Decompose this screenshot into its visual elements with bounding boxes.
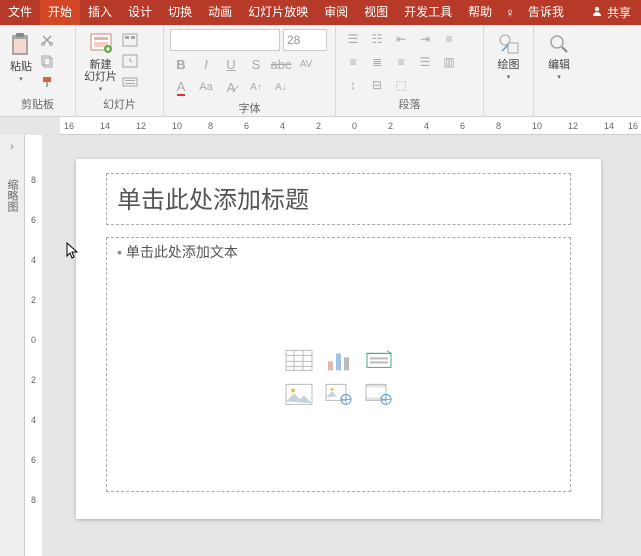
insert-table-icon[interactable] [282, 346, 316, 374]
font-family-combo[interactable] [170, 29, 280, 51]
menu-slideshow[interactable]: 幻灯片放映 [240, 0, 316, 25]
slides-group-label: 幻灯片 [82, 96, 157, 114]
cut-button[interactable] [38, 31, 56, 49]
spacing-button[interactable]: AV [295, 54, 317, 74]
columns-button[interactable]: ▥ [438, 52, 460, 72]
outline-toggle[interactable]: › [0, 135, 24, 159]
insert-video-icon[interactable] [362, 380, 396, 408]
shrink-font-button[interactable]: A↓ [270, 77, 292, 97]
chevron-down-icon: ▾ [507, 73, 511, 81]
align-text-button[interactable]: ⊟ [366, 75, 388, 95]
lightbulb-icon: ♀ [500, 5, 520, 20]
grow-font-button[interactable]: A↑ [245, 77, 267, 97]
editing-button[interactable]: 编辑 ▾ [540, 29, 578, 83]
font-color-button[interactable]: A [170, 77, 192, 97]
menu-view[interactable]: 视图 [356, 0, 396, 25]
format-painter-button[interactable] [38, 73, 56, 91]
clipboard-group-label: 剪贴板 [6, 96, 69, 114]
indent-dec-button[interactable]: ⇤ [390, 29, 412, 49]
chevron-down-icon: ▾ [557, 73, 561, 81]
font-size-combo[interactable] [283, 29, 327, 51]
menu-animations[interactable]: 动画 [200, 0, 240, 25]
menu-home[interactable]: 开始 [40, 0, 80, 25]
justify-button[interactable]: ☰ [414, 52, 436, 72]
title-placeholder-text: 单击此处添加标题 [117, 180, 560, 215]
paragraph-group-label: 段落 [342, 96, 477, 114]
chevron-down-icon: ▾ [19, 75, 23, 83]
horizontal-ruler: 16 14 12 10 8 6 4 2 0 2 4 6 8 10 12 14 1… [60, 117, 641, 135]
share-button[interactable]: 共享 [581, 4, 641, 21]
menu-file[interactable]: 文件 [0, 0, 40, 25]
smartart-button[interactable]: ⬚ [390, 75, 412, 95]
slide[interactable]: 单击此处添加标题 •单击此处添加文本 [76, 159, 601, 519]
indent-inc-button[interactable]: ⇥ [414, 29, 436, 49]
insert-smartart-icon[interactable] [362, 346, 396, 374]
vertical-ruler: 8 6 4 2 0 2 4 6 8 [25, 135, 43, 556]
menu-transitions[interactable]: 切换 [160, 0, 200, 25]
menu-insert[interactable]: 插入 [80, 0, 120, 25]
paste-button[interactable]: 粘贴 ▾ [6, 29, 36, 85]
ribbon: 粘贴 ▾ 剪贴板 新建 幻灯片 ▾ 幻灯片 [0, 25, 641, 117]
slide-canvas[interactable]: 单击此处添加标题 •单击此处添加文本 [42, 135, 641, 556]
insert-online-picture-icon[interactable] [322, 380, 356, 408]
menu-tellme[interactable]: 告诉我 [520, 0, 572, 25]
italic-button[interactable]: I [195, 54, 217, 74]
new-slide-button[interactable]: 新建 幻灯片 ▾ [82, 29, 119, 95]
reset-button[interactable] [121, 52, 139, 70]
thumbnail-label[interactable]: 缩略图 [4, 179, 20, 212]
clear-format-button[interactable]: A̷ [220, 77, 242, 97]
person-icon [591, 5, 603, 20]
line-spacing-button[interactable]: ≡ [438, 29, 460, 49]
menu-design[interactable]: 设计 [120, 0, 160, 25]
drawing-button[interactable]: 绘图 ▾ [490, 29, 527, 83]
text-direction-button[interactable]: ↕ [342, 75, 364, 95]
insert-picture-icon[interactable] [282, 380, 316, 408]
font-group-label: 字体 [170, 100, 329, 118]
share-label: 共享 [607, 4, 631, 21]
menu-developer[interactable]: 开发工具 [396, 0, 460, 25]
change-case-button[interactable]: Aa [195, 77, 217, 97]
numbering-button[interactable]: ☷ [366, 29, 388, 49]
underline-button[interactable]: U [220, 54, 242, 74]
align-right-button[interactable]: ≡ [390, 52, 412, 72]
chevron-down-icon: ▾ [99, 85, 103, 93]
menu-help[interactable]: 帮助 [460, 0, 500, 25]
menubar: 文件 开始 插入 设计 切换 动画 幻灯片放映 审阅 视图 开发工具 帮助 ♀ … [0, 0, 641, 25]
outline-pane: › 缩略图 [0, 135, 25, 556]
layout-button[interactable] [121, 31, 139, 49]
bold-button[interactable]: B [170, 54, 192, 74]
content-placeholder[interactable]: •单击此处添加文本 [106, 237, 571, 492]
align-left-button[interactable]: ≡ [342, 52, 364, 72]
menu-review[interactable]: 审阅 [316, 0, 356, 25]
insert-chart-icon[interactable] [322, 346, 356, 374]
shadow-button[interactable]: S [245, 54, 267, 74]
section-button[interactable] [121, 73, 139, 91]
bullets-button[interactable]: ☰ [342, 29, 364, 49]
strike-button[interactable]: abc [270, 54, 292, 74]
align-center-button[interactable]: ≣ [366, 52, 388, 72]
body-placeholder-text: •单击此处添加文本 [117, 242, 560, 262]
content-icons [282, 346, 396, 408]
title-placeholder[interactable]: 单击此处添加标题 [106, 173, 571, 225]
copy-button[interactable] [38, 52, 56, 70]
